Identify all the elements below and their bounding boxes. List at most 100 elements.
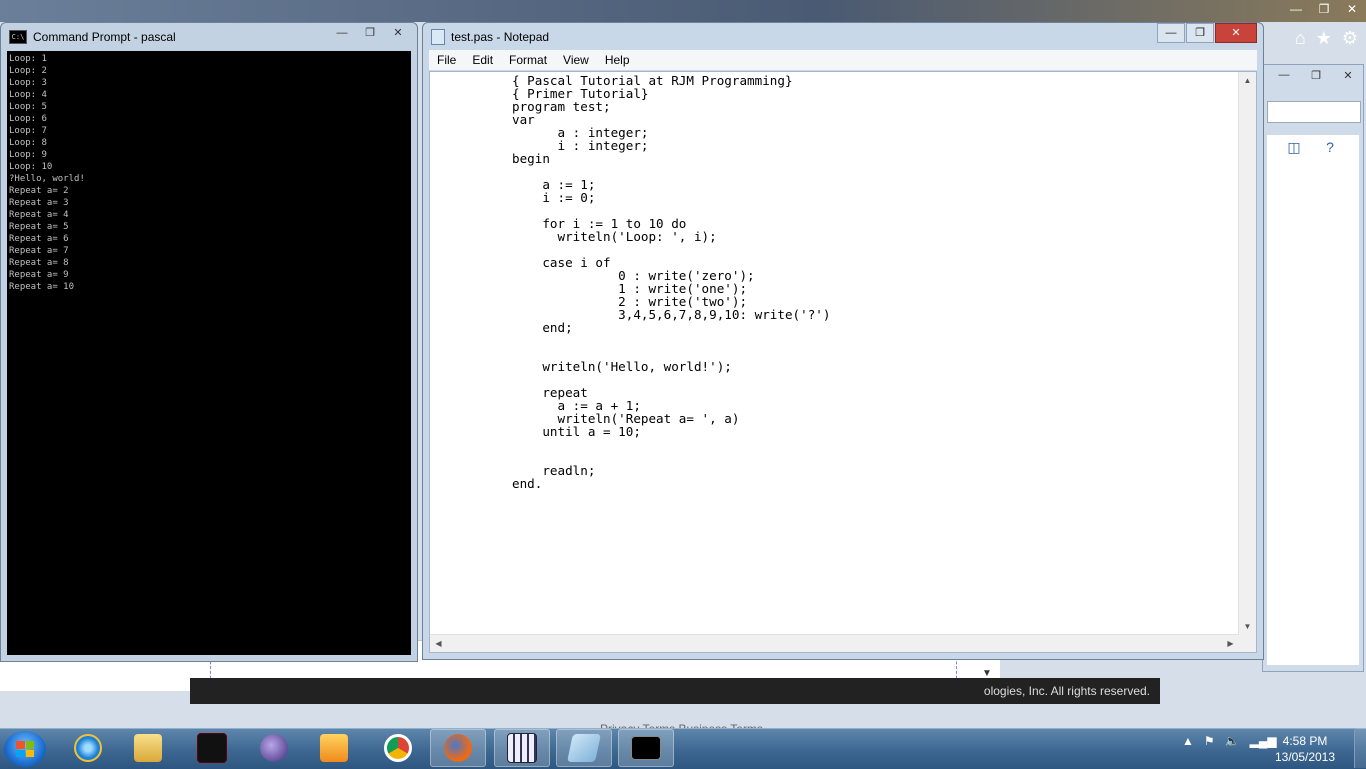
close-icon[interactable]: ✕	[1333, 69, 1363, 85]
cmd-icon	[631, 736, 661, 760]
cmd-output-line: Repeat a= 3	[9, 198, 69, 208]
cmd-output-line: ?Hello, world!	[9, 174, 85, 184]
maximize-icon[interactable]: ❐	[357, 25, 383, 41]
taskbar-eclipse[interactable]	[246, 729, 302, 767]
cmd-output-line: Repeat a= 4	[9, 210, 69, 220]
explorer-icon	[134, 734, 162, 762]
chevron-up-icon[interactable]: ▲	[1182, 734, 1194, 748]
taskbar-terminal-app[interactable]	[184, 729, 240, 767]
explorer-window-controls: — ❐ ✕	[1269, 69, 1363, 85]
preview-pane-icon[interactable]: ◫	[1285, 139, 1303, 157]
menu-view[interactable]: View	[555, 50, 597, 70]
scrollbar-corner	[1239, 635, 1256, 652]
background-window-controls: — ❐ ✕	[1282, 0, 1366, 20]
star-icon[interactable]: ★	[1316, 28, 1332, 49]
menu-file[interactable]: File	[429, 50, 464, 70]
menu-edit[interactable]: Edit	[464, 50, 501, 70]
cmd-output-line: Loop: 2	[9, 66, 47, 76]
scroll-right-icon[interactable]: ▶	[1222, 635, 1239, 652]
taskbar-chrome[interactable]	[370, 729, 426, 767]
notepad-icon	[567, 734, 601, 762]
cmd-output-line: Repeat a= 6	[9, 234, 69, 244]
copyright-footer: ologies, Inc. All rights reserved.	[190, 678, 1160, 704]
close-icon[interactable]: ✕	[1338, 0, 1366, 18]
taskbar-firefox[interactable]	[430, 729, 486, 767]
ie-icon	[74, 734, 102, 762]
cmd-window-icon: C:\	[9, 30, 27, 44]
cmd-output-line: Repeat a= 5	[9, 222, 69, 232]
cmd-output-line: Loop: 4	[9, 90, 47, 100]
cmd-output-line: Loop: 5	[9, 102, 47, 112]
taskbar-notepad[interactable]	[556, 729, 612, 767]
eclipse-icon	[260, 734, 288, 762]
cmd-console-output[interactable]: Loop: 1 Loop: 2 Loop: 3 Loop: 4 Loop: 5 Loop:…	[7, 51, 411, 655]
cmd-output-line: Loop: 3	[9, 78, 47, 88]
maximize-icon[interactable]: ❐	[1301, 69, 1331, 85]
explorer-content-pane	[1267, 135, 1359, 665]
background-explorer-window: — ❐ ✕ ◫ ?	[1262, 64, 1364, 672]
pascal-source-code[interactable]: { Pascal Tutorial at RJM Programming} { …	[512, 74, 830, 490]
media-icon	[320, 734, 348, 762]
cmd-output-line: Loop: 7	[9, 126, 47, 136]
minimize-icon[interactable]: —	[329, 25, 355, 41]
chrome-icon	[384, 734, 412, 762]
menu-format[interactable]: Format	[501, 50, 555, 70]
clock-time: 4:58 PM	[1282, 734, 1328, 748]
command-prompt-window[interactable]: C:\ Command Prompt - pascal — ❐ ✕ Loop: …	[0, 22, 418, 662]
notepad-window-title: test.pas - Notepad	[451, 30, 550, 44]
minimize-icon[interactable]: —	[1269, 69, 1299, 85]
notepad-text-area[interactable]: { Pascal Tutorial at RJM Programming} { …	[429, 71, 1257, 653]
minimize-icon[interactable]: —	[1157, 23, 1185, 43]
taskbar-clock[interactable]: 4:58 PM 13/05/2013	[1270, 733, 1340, 765]
speaker-icon[interactable]: 🔈	[1225, 734, 1240, 748]
close-icon[interactable]: ✕	[1215, 23, 1257, 43]
cmd-output-line: Repeat a= 7	[9, 246, 69, 256]
cmd-output-line: Repeat a= 9	[9, 270, 69, 280]
home-icon[interactable]: ⌂	[1295, 28, 1306, 49]
notepad-window-icon	[431, 29, 445, 45]
show-desktop-button[interactable]	[1354, 728, 1366, 768]
scroll-left-icon[interactable]: ◀	[430, 635, 447, 652]
taskbar-explorer[interactable]	[120, 729, 176, 767]
cmd-output-line: Repeat a= 2	[9, 186, 69, 196]
cmd-output-line: Loop: 1	[9, 54, 47, 64]
cmd-output-line: Repeat a= 10	[9, 282, 75, 292]
system-tray: ▲ ⚑ 🔈 ▂▄▆	[1182, 734, 1277, 748]
minimize-icon[interactable]: —	[1282, 0, 1310, 18]
notepad-titlebar: test.pas - Notepad	[431, 29, 549, 45]
flag-icon[interactable]: ⚑	[1204, 734, 1215, 748]
background-top-strip	[0, 0, 1366, 22]
menu-help[interactable]: Help	[597, 50, 638, 70]
notepad-window-controls: — ❐ ✕	[1157, 23, 1257, 43]
cmd-window-title: Command Prompt - pascal	[33, 30, 176, 44]
maximize-icon[interactable]: ❐	[1310, 0, 1338, 18]
cmd-output-line: Loop: 9	[9, 150, 47, 160]
cmd-titlebar: C:\ Command Prompt - pascal	[9, 29, 176, 45]
cmd-window-controls: — ❐ ✕	[329, 25, 411, 41]
taskbar-calculator[interactable]	[494, 729, 550, 767]
help-icon[interactable]: ?	[1321, 139, 1339, 157]
taskbar-ie[interactable]	[60, 729, 116, 767]
cmd-output-line: Loop: 6	[9, 114, 47, 124]
close-icon[interactable]: ✕	[385, 25, 411, 41]
gear-icon[interactable]: ⚙	[1342, 28, 1358, 49]
cmd-output-line: Loop: 8	[9, 138, 47, 148]
firefox-icon	[444, 734, 472, 762]
notepad-menubar: File Edit Format View Help	[429, 50, 1257, 70]
scroll-up-icon[interactable]: ▲	[1239, 72, 1256, 89]
browser-toolbar-icons: ⌂ ★ ⚙	[1295, 28, 1358, 49]
terminal-black-icon	[197, 733, 227, 763]
clock-date: 13/05/2013	[1274, 750, 1336, 764]
start-button[interactable]	[4, 731, 46, 767]
horizontal-scrollbar[interactable]: ◀ ▶	[430, 634, 1239, 652]
search-input[interactable]	[1267, 101, 1361, 123]
cmd-output-line: Repeat a= 8	[9, 258, 69, 268]
taskbar-media[interactable]	[306, 729, 362, 767]
vertical-scrollbar[interactable]: ▲ ▼	[1238, 72, 1256, 635]
maximize-icon[interactable]: ❐	[1186, 23, 1214, 43]
windows-logo-icon	[16, 741, 34, 757]
cmd-output-line: Loop: 10	[9, 162, 53, 172]
taskbar-cmd[interactable]	[618, 729, 674, 767]
notepad-window[interactable]: test.pas - Notepad — ❐ ✕ File Edit Forma…	[422, 22, 1264, 660]
scroll-down-icon[interactable]: ▼	[1239, 618, 1256, 635]
